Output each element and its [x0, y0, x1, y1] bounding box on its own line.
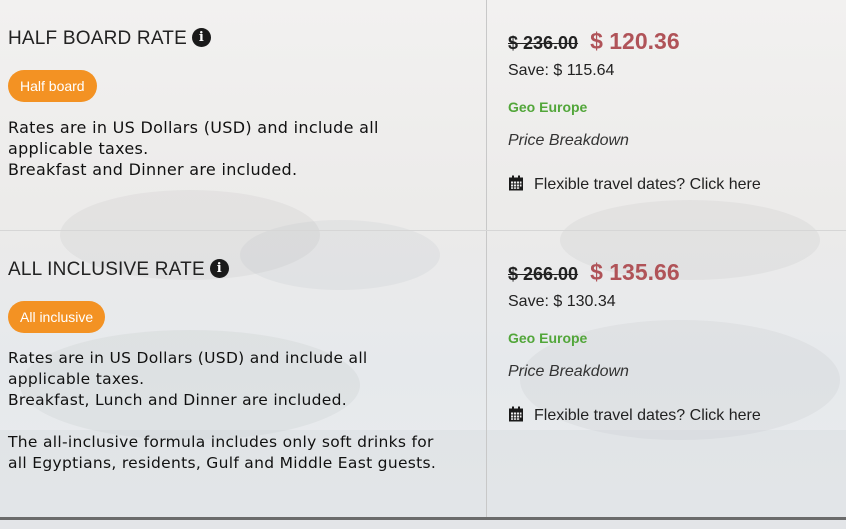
rate-description-text: Rates are in US Dollars (USD) and includ… — [8, 349, 368, 409]
rate-title-text: ALL INCLUSIVE RATE — [8, 259, 205, 280]
provider-name: Geo Europe — [508, 99, 588, 115]
discounted-price: $ 135.66 — [590, 259, 680, 285]
original-price: $ 266.00 — [508, 264, 579, 284]
original-price: $ 236.00 — [508, 33, 579, 53]
flexible-dates-link[interactable]: Flexible travel dates? Click here — [508, 175, 761, 194]
price-line: $ 266.00 $ 135.66 — [508, 259, 680, 286]
info-icon[interactable]: i — [209, 259, 229, 278]
bottom-border — [0, 517, 846, 520]
savings-amount: Save: $ 130.34 — [508, 293, 616, 310]
savings-amount: Save: $ 115.64 — [508, 62, 615, 79]
rate-title-text: HALF BOARD RATE — [8, 28, 187, 49]
rate-description-note: The all-inclusive formula includes only … — [8, 433, 437, 472]
rate-row-all-inclusive: ALL INCLUSIVE RATE i All inclusive Rates … — [0, 230, 846, 517]
discounted-price: $ 120.36 — [590, 28, 680, 54]
price-breakdown-link[interactable]: Price Breakdown — [508, 132, 629, 150]
column-divider — [486, 0, 487, 230]
rate-list: HALF BOARD RATE i Half board Rates are in… — [0, 0, 846, 529]
rate-description: Rates are in US Dollars (USD) and includ… — [8, 117, 438, 180]
calendar-icon — [509, 406, 523, 422]
flexible-dates-text: Flexible travel dates? Click here — [534, 176, 761, 193]
board-type-badge: Half board — [8, 70, 97, 102]
board-type-badge: All inclusive — [8, 301, 106, 333]
rate-title: ALL INCLUSIVE RATE i — [8, 259, 229, 281]
flexible-dates-text: Flexible travel dates? Click here — [534, 407, 761, 424]
info-icon[interactable]: i — [191, 28, 211, 47]
provider-name: Geo Europe — [508, 330, 588, 346]
column-divider — [486, 231, 487, 517]
price-line: $ 236.00 $ 120.36 — [508, 28, 680, 55]
rate-row-half-board: HALF BOARD RATE i Half board Rates are in… — [0, 0, 846, 230]
flexible-dates-link[interactable]: Flexible travel dates? Click here — [508, 406, 761, 425]
price-breakdown-link[interactable]: Price Breakdown — [508, 363, 629, 381]
rate-description: Rates are in US Dollars (USD) and includ… — [8, 348, 438, 474]
rate-description-text: Rates are in US Dollars (USD) and includ… — [8, 118, 379, 179]
calendar-icon — [509, 175, 523, 191]
rate-title: HALF BOARD RATE i — [8, 28, 211, 50]
